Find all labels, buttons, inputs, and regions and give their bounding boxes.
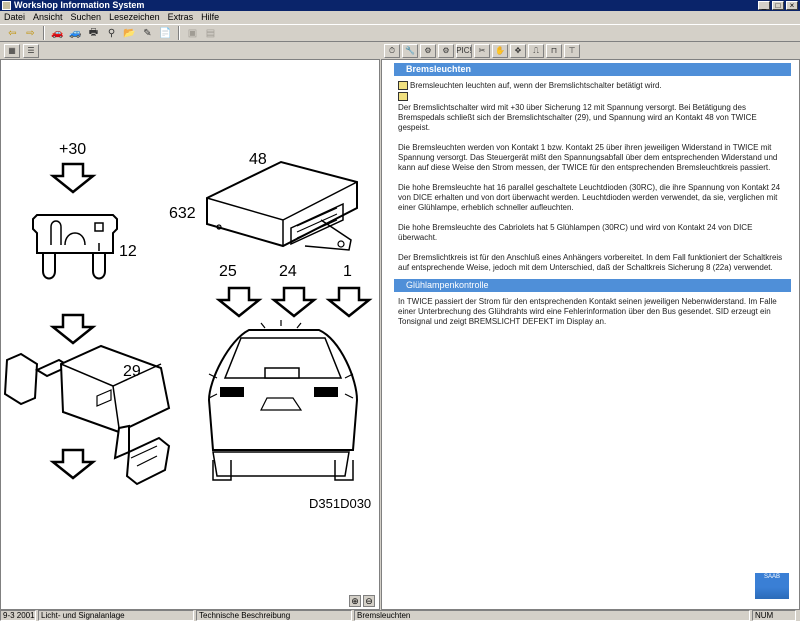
- move-icon[interactable]: ✥: [510, 43, 526, 58]
- status-num: NUM: [752, 610, 796, 621]
- section-title-bremsleuchten: Bremsleuchten: [394, 63, 791, 76]
- wrench-icon[interactable]: 🔧: [402, 43, 418, 58]
- car-rear-icon: [207, 320, 359, 481]
- label-48: 48: [249, 151, 267, 168]
- label-plus30: +30: [59, 141, 86, 158]
- arrow-left-icon[interactable]: ⇦: [4, 26, 21, 41]
- wiring-diagram: +30 12 48 632 25 24 1 29 D351D030: [3, 141, 373, 511]
- fuse-icon: [32, 214, 118, 280]
- intro-text: Bremsleuchten leuchten auf, wenn der Bre…: [410, 81, 662, 90]
- status-topic: Bremsleuchten: [354, 610, 750, 621]
- menu-ansicht[interactable]: Ansicht: [29, 11, 67, 24]
- label-25: 25: [219, 263, 237, 280]
- car-2-icon[interactable]: 🚙: [67, 26, 84, 41]
- arrow-down-icon: [49, 162, 97, 194]
- arrow-down-icon: [270, 286, 318, 318]
- folder-icon[interactable]: 📂: [121, 26, 138, 41]
- car-icon[interactable]: 🚗: [49, 26, 66, 41]
- clock-icon[interactable]: ⏱: [384, 43, 400, 58]
- close-button[interactable]: ×: [786, 1, 798, 10]
- intro-row-2: [398, 92, 787, 101]
- label-12: 12: [119, 243, 137, 260]
- film-icon[interactable]: ▤: [202, 26, 219, 41]
- control-unit-icon: [206, 160, 358, 251]
- parts-icon[interactable]: ⚙: [438, 43, 454, 58]
- section-title-gluehlampenkontrolle: Glühlampenkontrolle: [394, 279, 791, 292]
- arrow-down-icon: [49, 313, 97, 345]
- diagram-icon[interactable]: ⊓: [546, 43, 562, 58]
- diagram-pane: +30 12 48 632 25 24 1 29 D351D030 ⊕ ⊖: [0, 59, 380, 610]
- paragraph: Der Bremslichtschalter wird mit +30 über…: [398, 103, 757, 132]
- paragraph: Der Bremslichtkreis ist für den Anschluß…: [398, 253, 783, 272]
- label-1: 1: [343, 263, 352, 280]
- arrow-down-icon: [325, 286, 373, 318]
- document-pane: Bremsleuchten Bremsleuchten leuchten auf…: [381, 59, 800, 610]
- status-system: Licht- und Signalanlage: [38, 610, 194, 621]
- toolbar-separator: [43, 26, 45, 40]
- tools-icon[interactable]: ✂: [474, 43, 490, 58]
- label-24: 24: [279, 263, 297, 280]
- minimize-button[interactable]: _: [758, 1, 770, 10]
- main-toolbar: ⇦ ⇨ 🚗 🚙 🖶 ⚲ 📂 ✎ 📄 ▣ ▤: [0, 24, 800, 42]
- arrow-right-icon[interactable]: ⇨: [22, 26, 39, 41]
- brake-switch-icon: [3, 344, 171, 486]
- arrow-down-icon: [215, 286, 263, 318]
- toolbar-separator: [178, 26, 180, 40]
- connector-icon[interactable]: ⎍: [528, 43, 544, 58]
- view-toolbar: ▦ ☰ ⏱ 🔧 ⚙ ⚙ PIC! ✂ ✋ ✥ ⎍ ⊓ ⊤: [0, 42, 800, 59]
- document-icon[interactable]: 📄: [157, 26, 174, 41]
- status-doctype: Technische Beschreibung: [196, 610, 352, 621]
- gears-icon[interactable]: ⚙: [420, 43, 436, 58]
- intro-row: Bremsleuchten leuchten auf, wenn der Bre…: [398, 81, 787, 91]
- menu-lesezeichen[interactable]: Lesezeichen: [105, 11, 164, 24]
- title-bar: Workshop Information System _ □ ×: [0, 0, 800, 11]
- note-icon: [398, 92, 408, 101]
- maximize-button[interactable]: □: [772, 1, 784, 10]
- label-29: 29: [123, 363, 141, 380]
- print-icon[interactable]: 🖶: [85, 26, 102, 41]
- paragraph: Die hohe Bremsleuchte hat 16 parallel ge…: [398, 183, 781, 212]
- paragraph: Die hohe Bremsleuchte des Cabriolets hat…: [398, 223, 753, 242]
- window-title: Workshop Information System: [14, 0, 145, 10]
- arrow-down-icon: [49, 448, 97, 480]
- pencil-icon[interactable]: ✎: [139, 26, 156, 41]
- zoom-out-button[interactable]: ⊖: [363, 595, 375, 607]
- show-image-icon[interactable]: ▦: [4, 43, 20, 58]
- status-bar: 9-3 2001 Licht- und Signalanlage Technis…: [0, 610, 800, 621]
- status-model: 9-3 2001: [0, 610, 36, 621]
- saab-logo: SAAB: [755, 573, 789, 599]
- paragraph: In TWICE passiert der Strom für den ents…: [398, 297, 777, 326]
- diagram-code: D351D030: [309, 496, 371, 511]
- app-icon: [2, 1, 11, 10]
- menu-extras[interactable]: Extras: [164, 11, 198, 24]
- pipe-icon[interactable]: ⊤: [564, 43, 580, 58]
- binoculars-icon[interactable]: ⚲: [103, 26, 120, 41]
- menu-hilfe[interactable]: Hilfe: [197, 11, 223, 24]
- hands-icon[interactable]: ✋: [492, 43, 508, 58]
- note-icon: [398, 81, 408, 90]
- label-632: 632: [169, 205, 196, 222]
- paragraph: Die Bremsleuchten werden von Kontakt 1 b…: [398, 143, 778, 172]
- show-text-icon[interactable]: ☰: [23, 43, 39, 58]
- pic-button[interactable]: PIC!: [456, 43, 472, 58]
- picture-icon[interactable]: ▣: [184, 26, 201, 41]
- menu-suchen[interactable]: Suchen: [67, 11, 106, 24]
- menu-bar: Datei Ansicht Suchen Lesezeichen Extras …: [0, 11, 800, 24]
- menu-datei[interactable]: Datei: [0, 11, 29, 24]
- zoom-in-button[interactable]: ⊕: [349, 595, 361, 607]
